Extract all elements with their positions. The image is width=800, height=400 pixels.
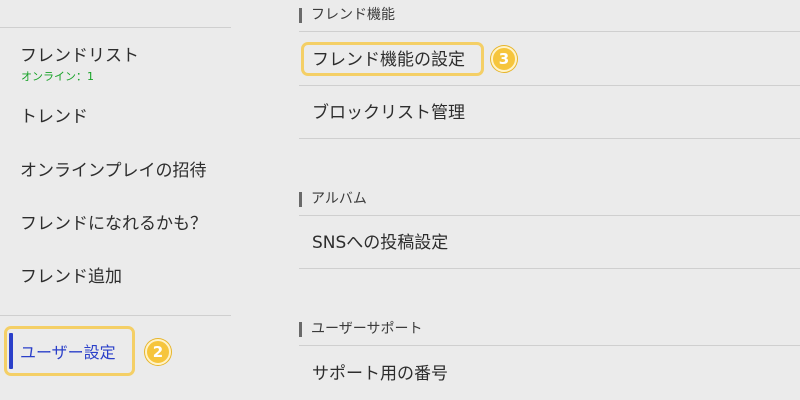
circled-number-3-icon: 3: [491, 46, 517, 72]
section-header-album: アルバム: [299, 190, 367, 208]
sidebar-item-label: トレンド: [20, 107, 88, 127]
divider: [299, 85, 800, 86]
sidebar-item-label: オンラインプレイの招待: [20, 161, 207, 181]
sidebar: フレンドリスト オンライン：1 トレンド オンラインプレイの招待 フレンドになれ…: [0, 0, 255, 400]
row-sns-post-settings[interactable]: SNSへの投稿設定: [299, 217, 800, 269]
section-marker: [299, 7, 302, 23]
section-header-user-support: ユーザーサポート: [299, 320, 422, 338]
sidebar-item-suggested-friends[interactable]: フレンドになれるかも？: [0, 202, 231, 248]
sidebar-top-divider: [0, 27, 231, 28]
divider: [299, 268, 800, 269]
settings-panel: フレンド機能 フレンド機能の設定 3 ブロックリスト管理 アルバム SNSへの投…: [255, 0, 800, 400]
sidebar-item-online-play-invites[interactable]: オンラインプレイの招待: [0, 149, 231, 195]
sidebar-item-trend[interactable]: トレンド: [0, 95, 231, 141]
divider: [299, 215, 800, 216]
row-label: サポート用の番号: [312, 364, 448, 384]
section-title: アルバム: [311, 191, 367, 207]
row-label: SNSへの投稿設定: [312, 233, 449, 253]
sidebar-bottom-divider: [0, 315, 231, 316]
sidebar-item-label: フレンドリスト: [20, 46, 139, 66]
sidebar-item-label: フレンド追加: [20, 267, 122, 287]
online-count-status: オンライン：1: [21, 70, 94, 83]
row-support-number[interactable]: サポート用の番号: [299, 347, 800, 399]
sidebar-item-label: フレンドになれるかも？: [20, 214, 207, 234]
divider: [299, 345, 800, 346]
section-header-friend-features: フレンド機能: [299, 6, 395, 24]
section-title: ユーザーサポート: [311, 321, 423, 337]
circled-number-2-icon: 2: [145, 339, 171, 365]
section-title: フレンド機能: [311, 7, 395, 23]
section-marker: [299, 321, 302, 337]
focus-highlight: [301, 42, 484, 76]
row-label: ブロックリスト管理: [312, 103, 465, 123]
row-block-list[interactable]: ブロックリスト管理: [299, 87, 800, 139]
divider: [299, 138, 800, 139]
divider: [299, 31, 800, 32]
section-marker: [299, 191, 302, 207]
selection-indicator: [9, 333, 13, 369]
sidebar-item-add-friend[interactable]: フレンド追加: [0, 255, 231, 301]
sidebar-item-user-settings-label: ユーザー設定: [20, 343, 116, 362]
